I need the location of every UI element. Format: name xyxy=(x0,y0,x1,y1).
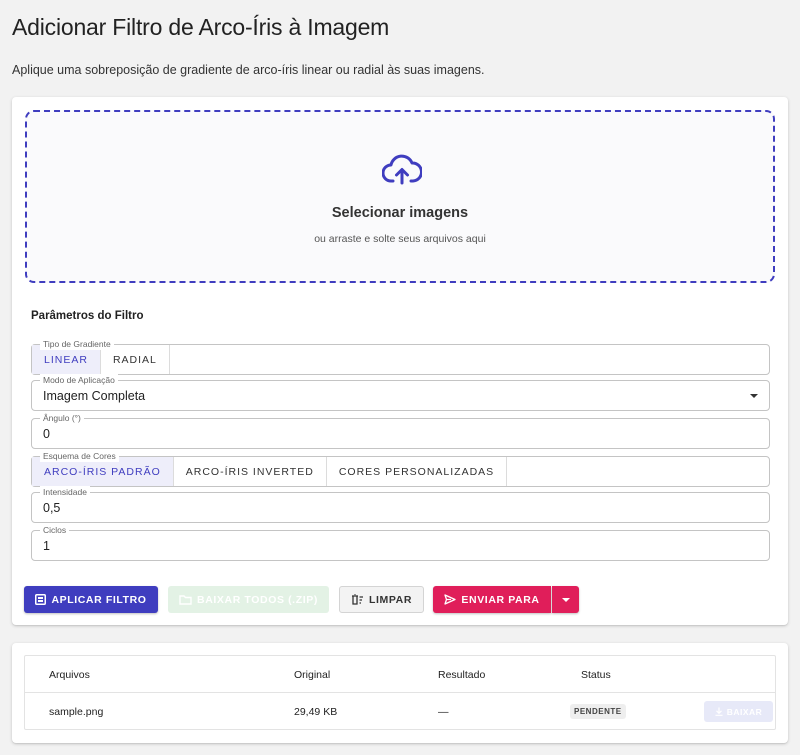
cloud-upload-icon xyxy=(382,154,422,185)
scheme-inverted[interactable]: ARCO-ÍRIS INVERTED xyxy=(173,457,327,486)
files-card: Arquivos Original Resultado Status sampl… xyxy=(12,643,788,743)
cycles-label: Ciclos xyxy=(40,524,70,536)
row-download-label: BAIXAR xyxy=(726,706,763,717)
intensity-label: Intensidade xyxy=(40,486,90,498)
column-header-files: Arquivos xyxy=(49,669,90,681)
header-divider xyxy=(25,692,775,693)
filter-image-icon xyxy=(35,594,47,605)
cycles-value: 1 xyxy=(43,539,50,553)
params-section-title: Parâmetros do Filtro xyxy=(31,310,144,322)
angle-input[interactable]: Ângulo (°) 0 xyxy=(31,412,770,449)
mode-select[interactable]: Modo de Aplicação Imagem Completa xyxy=(31,374,770,411)
filter-card: Selecionar imagens ou arraste e solte se… xyxy=(12,97,788,625)
send-icon xyxy=(444,594,457,605)
intensity-input[interactable]: Intensidade 0,5 xyxy=(31,486,770,523)
clear-button[interactable]: LIMPAR xyxy=(339,586,424,613)
angle-value: 0 xyxy=(43,427,50,441)
intensity-value: 0,5 xyxy=(43,501,61,515)
mode-value: Imagem Completa xyxy=(43,389,146,403)
cycles-input[interactable]: Ciclos 1 xyxy=(31,524,770,561)
send-to-dropdown-button[interactable] xyxy=(552,586,579,613)
clear-label: LIMPAR xyxy=(368,593,413,606)
column-header-status: Status xyxy=(581,669,611,681)
column-header-result: Resultado xyxy=(438,669,486,681)
apply-filter-button[interactable]: APLICAR FILTRO xyxy=(24,586,158,613)
apply-filter-label: APLICAR FILTRO xyxy=(51,593,147,606)
folder-icon xyxy=(179,595,192,605)
dropzone-title: Selecionar imagens xyxy=(331,205,469,221)
download-zip-button[interactable]: BAIXAR TODOS (.ZIP) xyxy=(168,586,329,613)
file-name: sample.png xyxy=(49,706,104,718)
file-original-size: 29,49 KB xyxy=(294,706,338,718)
gradient-type-field: LINEAR RADIAL Tipo de Gradiente xyxy=(31,338,770,375)
download-zip-label: BAIXAR TODOS (.ZIP) xyxy=(197,593,318,606)
scheme-custom[interactable]: CORES PERSONALIZADAS xyxy=(326,457,508,486)
column-header-original: Original xyxy=(294,669,331,681)
dropzone-hint: ou arraste e solte seus arquivos aqui xyxy=(314,233,486,245)
delete-sweep-icon xyxy=(351,594,363,605)
color-scheme-label: Esquema de Cores xyxy=(40,450,119,462)
file-result: — xyxy=(438,706,449,718)
send-to-button[interactable]: ENVIAR PARA xyxy=(433,586,551,613)
download-icon xyxy=(715,707,723,716)
status-badge: PENDENTE xyxy=(570,704,626,719)
gradient-type-label: Tipo de Gradiente xyxy=(40,338,114,350)
page-subtitle: Aplique uma sobreposição de gradiente de… xyxy=(12,63,485,77)
image-dropzone[interactable]: Selecionar imagens ou arraste e solte se… xyxy=(25,110,775,283)
chevron-down-icon xyxy=(561,597,570,602)
send-to-label: ENVIAR PARA xyxy=(461,593,540,606)
mode-label: Modo de Aplicação xyxy=(40,374,118,386)
row-download-button[interactable]: BAIXAR xyxy=(704,701,773,722)
files-table: Arquivos Original Resultado Status sampl… xyxy=(24,655,776,730)
color-scheme-field: ARCO-ÍRIS PADRÃO ARCO-ÍRIS INVERTED CORE… xyxy=(31,450,770,487)
chevron-down-icon xyxy=(750,394,758,398)
angle-label: Ângulo (°) xyxy=(40,412,84,424)
page-title: Adicionar Filtro de Arco-Íris à Imagem xyxy=(12,14,390,40)
